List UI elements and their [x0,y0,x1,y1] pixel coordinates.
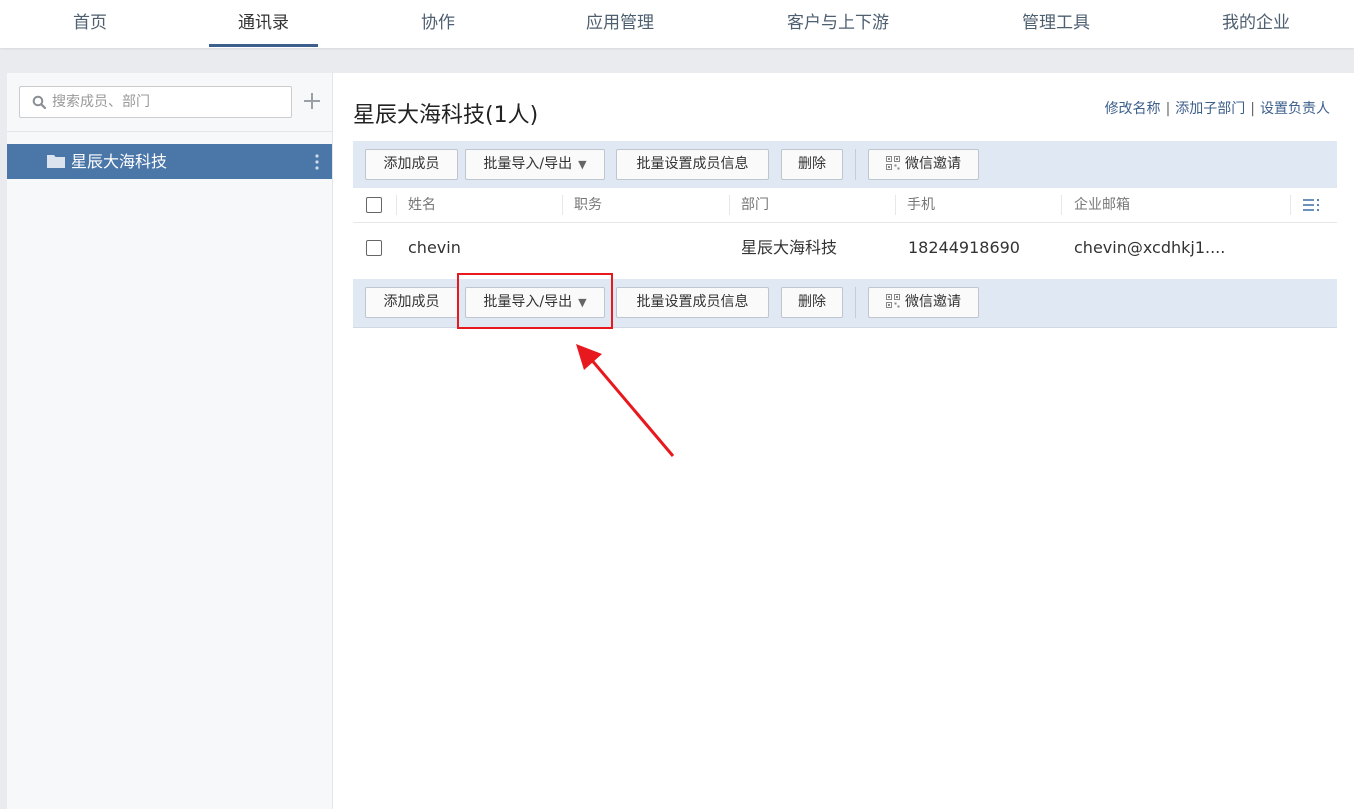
bulk-import-export-label: 批量导入/导出 [483,156,573,172]
toolbar-separator [855,287,856,318]
link-separator: | [1165,101,1171,117]
more-vertical-icon[interactable] [313,153,321,171]
wechat-invite-label: 微信邀请 [905,294,961,310]
column-separator [729,195,730,215]
rename-link[interactable]: 修改名称 [1105,101,1161,117]
cell-dept: 星辰大海科技 [741,238,838,257]
bulk-set-info-button[interactable]: 批量设置成员信息 [616,149,769,180]
delete-button[interactable]: 删除 [781,149,843,180]
top-nav: 首页 通讯录 协作 应用管理 客户与上下游 管理工具 我的企业 [0,0,1354,48]
table-row[interactable]: chevin 星辰大海科技 18244918690 chevin@xcdhkj1… [353,223,1337,279]
set-manager-link[interactable]: 设置负责人 [1260,101,1330,117]
bulk-import-export-button[interactable]: 批量导入/导出 ▼ [465,287,605,318]
cell-name[interactable]: chevin [408,223,461,273]
cell-phone: 18244918690 [908,238,1020,257]
add-subdept-link[interactable]: 添加子部门 [1175,101,1245,117]
column-separator [1290,195,1291,215]
header-links: 修改名称 | 添加子部门 | 设置负责人 [1105,98,1330,118]
wechat-invite-button[interactable]: 微信邀请 [868,149,979,180]
caret-down-icon: ▼ [578,296,587,309]
nav-my-enterprise[interactable]: 我的企业 [1196,0,1316,48]
column-separator [562,195,563,215]
nav-collaboration[interactable]: 协作 [398,0,478,48]
search-input[interactable] [52,87,288,117]
toolbar-separator [855,149,856,180]
nav-partners[interactable]: 客户与上下游 [770,0,906,48]
dept-tree-item[interactable]: 星辰大海科技 [7,144,332,179]
bulk-set-info-button[interactable]: 批量设置成员信息 [616,287,769,318]
wechat-invite-label: 微信邀请 [905,156,961,172]
column-separator [1061,195,1062,215]
column-separator [895,195,896,215]
caret-down-icon: ▼ [578,158,587,171]
toolbar-top: 添加成员 批量导入/导出 ▼ 批量设置成员信息 删除 微信邀请 [353,141,1337,188]
nav-contacts[interactable]: 通讯录 [209,0,318,48]
column-settings-icon[interactable] [1303,198,1321,212]
qr-code-icon [886,294,900,308]
nav-home[interactable]: 首页 [50,0,130,48]
delete-button[interactable]: 删除 [781,287,843,318]
column-header-dept[interactable]: 部门 [741,188,769,222]
toolbar-bottom: 添加成员 批量导入/导出 ▼ 批量设置成员信息 删除 微信邀请 [353,279,1337,328]
wechat-invite-button[interactable]: 微信邀请 [868,287,979,318]
page-title: 星辰大海科技(1人) [353,103,539,128]
search-icon [32,95,46,109]
folder-icon [47,155,65,168]
search-box[interactable] [19,86,292,118]
column-header-phone[interactable]: 手机 [907,188,935,222]
dept-label: 星辰大海科技 [71,152,168,171]
qr-code-icon [886,156,900,170]
column-header-name[interactable]: 姓名 [408,188,436,222]
plus-icon[interactable] [301,90,323,112]
sidebar: 星辰大海科技 [7,73,333,809]
row-checkbox[interactable] [366,240,382,256]
nav-admin-tools[interactable]: 管理工具 [996,0,1116,48]
divider [7,131,332,132]
main-panel: 星辰大海科技(1人) 修改名称 | 添加子部门 | 设置负责人 添加成员 批量导入/导出… [333,73,1354,809]
nav-app-management[interactable]: 应用管理 [560,0,680,48]
column-header-title[interactable]: 职务 [574,188,602,222]
bulk-import-export-label: 批量导入/导出 [483,294,573,310]
column-header-email[interactable]: 企业邮箱 [1074,188,1130,222]
select-all-checkbox[interactable] [366,197,382,213]
link-separator: | [1250,101,1255,117]
cell-email: chevin@xcdhkj1.... [1074,238,1226,257]
table-header: 姓名 职务 部门 手机 企业邮箱 [353,188,1337,223]
column-separator [396,195,397,215]
add-member-button[interactable]: 添加成员 [365,149,458,180]
bulk-import-export-button[interactable]: 批量导入/导出 ▼ [465,149,605,180]
add-member-button[interactable]: 添加成员 [365,287,458,318]
